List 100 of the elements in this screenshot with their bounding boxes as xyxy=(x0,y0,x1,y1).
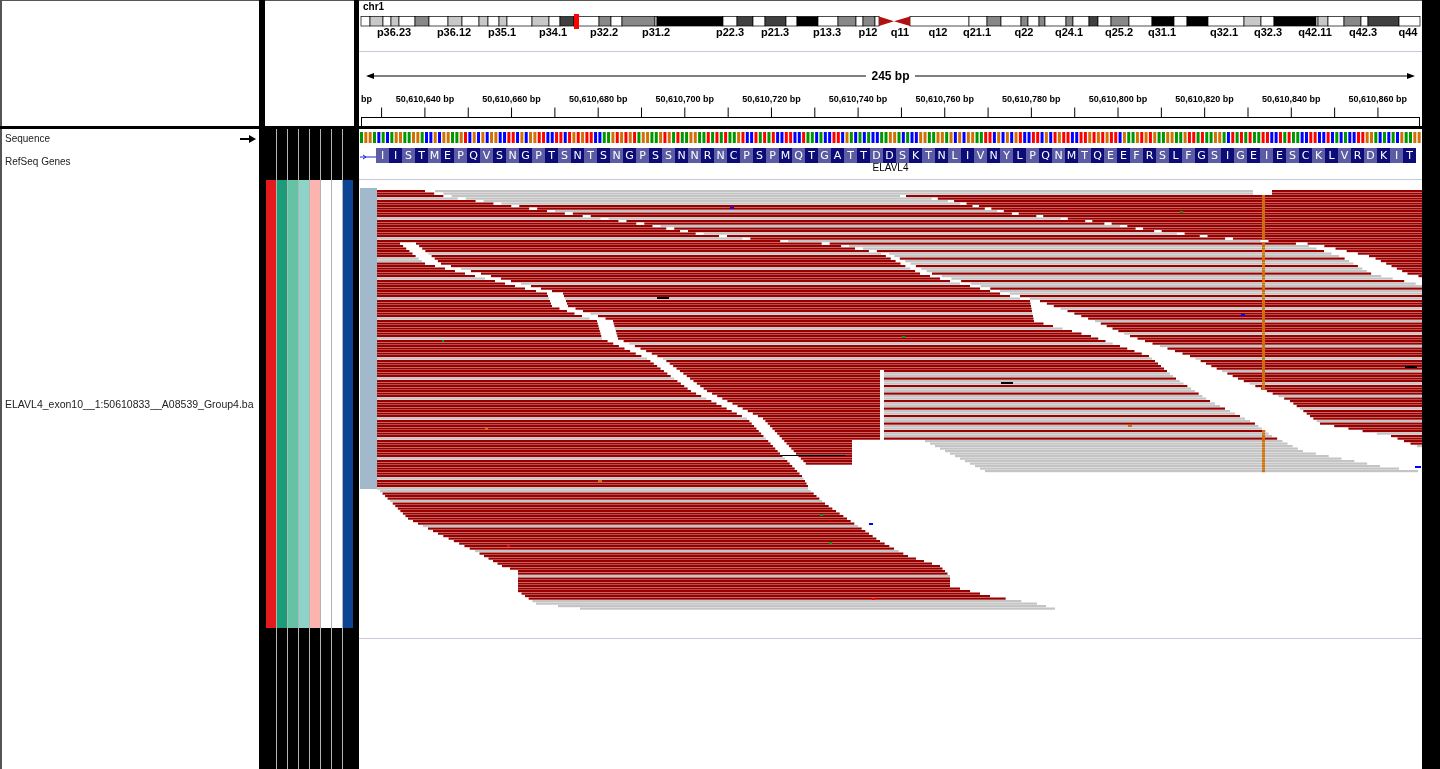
cytoband-label: q21.1 xyxy=(962,27,992,38)
amino-acid: N xyxy=(935,148,948,163)
amino-acid: Q xyxy=(1039,148,1052,163)
cytoband-label: p13.3 xyxy=(812,27,842,38)
amino-acid: S xyxy=(597,148,610,163)
cytoband-label: q42.3 xyxy=(1348,27,1378,38)
cytoband-label: q31.1 xyxy=(1147,27,1177,38)
cytoband-label: p32.2 xyxy=(589,27,619,38)
tick-label: 50,610,760 bp xyxy=(914,93,975,105)
cytoband-label: p12 xyxy=(858,27,878,38)
amino-acid: D xyxy=(870,148,883,163)
tick-label: 50,610,800 bp xyxy=(1087,93,1149,105)
amino-acid: Q xyxy=(467,148,480,163)
tick-label: 50,610,680 bp xyxy=(567,93,629,105)
amino-acid: N xyxy=(675,148,688,163)
amino-acid: N xyxy=(714,148,727,163)
amino-acid: S xyxy=(649,148,662,163)
amino-acid: G xyxy=(519,148,532,163)
amino-acid: Q xyxy=(792,148,805,163)
cytoband-label: p22.3 xyxy=(715,27,745,38)
amino-acid: N xyxy=(571,148,584,163)
amino-acid: P xyxy=(740,148,753,163)
amino-acid: V xyxy=(974,148,987,163)
chromosome-name: chr1 xyxy=(362,1,385,13)
amino-acid: F xyxy=(1130,148,1143,163)
amino-acid: E xyxy=(1273,148,1286,163)
amino-acid: S xyxy=(1208,148,1221,163)
cytoband-label: q25.2 xyxy=(1104,27,1134,38)
amino-acid: S xyxy=(896,148,909,163)
span-length: 245 bp xyxy=(871,69,910,83)
amino-acid: E xyxy=(1104,148,1117,163)
amino-acid: S xyxy=(558,148,571,163)
cytoband-label: p35.1 xyxy=(487,27,517,38)
amino-acid: T xyxy=(805,148,818,163)
amino-acid: P xyxy=(636,148,649,163)
cytoband-label: p36.23 xyxy=(376,27,412,38)
amino-acid: V xyxy=(1338,148,1351,163)
right-arrow-icon[interactable] xyxy=(240,134,256,143)
tick-label: bp xyxy=(360,93,373,105)
amino-acid: T xyxy=(545,148,558,163)
cytoband-label: p21.3 xyxy=(760,27,790,38)
amino-acid: E xyxy=(1117,148,1130,163)
cytoband-label: q44 xyxy=(1398,27,1418,38)
amino-acid: R xyxy=(1351,148,1364,163)
amino-acid: R xyxy=(701,148,714,163)
amino-acid: F xyxy=(1182,148,1195,163)
amino-acid: S xyxy=(1156,148,1169,163)
amino-acid: D xyxy=(883,148,896,163)
amino-acid: P xyxy=(766,148,779,163)
amino-acid: I xyxy=(1260,148,1273,163)
cytoband-label: q24.1 xyxy=(1054,27,1084,38)
tick-label: 50,610,840 bp xyxy=(1260,93,1322,105)
amino-acid: S xyxy=(1286,148,1299,163)
cytoband-label: p31.2 xyxy=(641,27,671,38)
amino-acid: T xyxy=(857,148,870,163)
amino-acid: C xyxy=(727,148,740,163)
cytoband-label: q32.3 xyxy=(1253,27,1283,38)
amino-acid: E xyxy=(1247,148,1260,163)
amino-acid: I xyxy=(376,148,389,163)
amino-acid: M xyxy=(779,148,792,163)
amino-acid: P xyxy=(454,148,467,163)
amino-acid: P xyxy=(532,148,545,163)
amino-acid: L xyxy=(1325,148,1338,163)
amino-acid: E xyxy=(441,148,454,163)
cytoband-label: q11 xyxy=(890,27,910,38)
amino-acid: I xyxy=(1390,148,1403,163)
amino-acid: Y xyxy=(1000,148,1013,163)
cytoband-label: p34.1 xyxy=(538,27,568,38)
amino-acid: C xyxy=(1299,148,1312,163)
tick-label: 50,610,660 bp xyxy=(481,93,542,105)
track-name: ELAVL4_exon10__1:50610833__A08539_Group4.ba xyxy=(5,398,254,410)
tick-label: 50,610,740 bp xyxy=(827,93,889,105)
cytoband-label: q22 xyxy=(1014,27,1034,38)
tick-label: 50,610,700 bp xyxy=(654,93,716,105)
amino-acid: D xyxy=(1364,148,1377,163)
amino-acid: S xyxy=(493,148,506,163)
cytoband-label: q42.11 xyxy=(1298,27,1332,38)
amino-acid: G xyxy=(818,148,831,163)
amino-acid: K xyxy=(1377,148,1390,163)
amino-acid: L xyxy=(948,148,961,163)
amino-acid: N xyxy=(506,148,519,163)
gene-name: ELAVL4 xyxy=(872,163,909,173)
amino-acid: N xyxy=(610,148,623,163)
tick-label: 50,610,820 bp xyxy=(1174,93,1235,105)
amino-acid: Q xyxy=(1091,148,1104,163)
track-name: RefSeq Genes xyxy=(5,156,71,168)
amino-acid: M xyxy=(1065,148,1078,163)
amino-acid: L xyxy=(1169,148,1182,163)
amino-acid: R xyxy=(1143,148,1156,163)
amino-acid: K xyxy=(1312,148,1325,163)
cytoband-label: p36.12 xyxy=(436,27,472,38)
amino-acid: G xyxy=(1234,148,1247,163)
cytoband-label: q32.1 xyxy=(1209,27,1239,38)
amino-acid: T xyxy=(415,148,428,163)
amino-acid: T xyxy=(1403,148,1416,163)
amino-acid: T xyxy=(844,148,857,163)
amino-acid: N xyxy=(688,148,701,163)
amino-acid: T xyxy=(922,148,935,163)
tick-label: 50,610,640 bp xyxy=(394,93,456,105)
amino-acid: S xyxy=(753,148,766,163)
